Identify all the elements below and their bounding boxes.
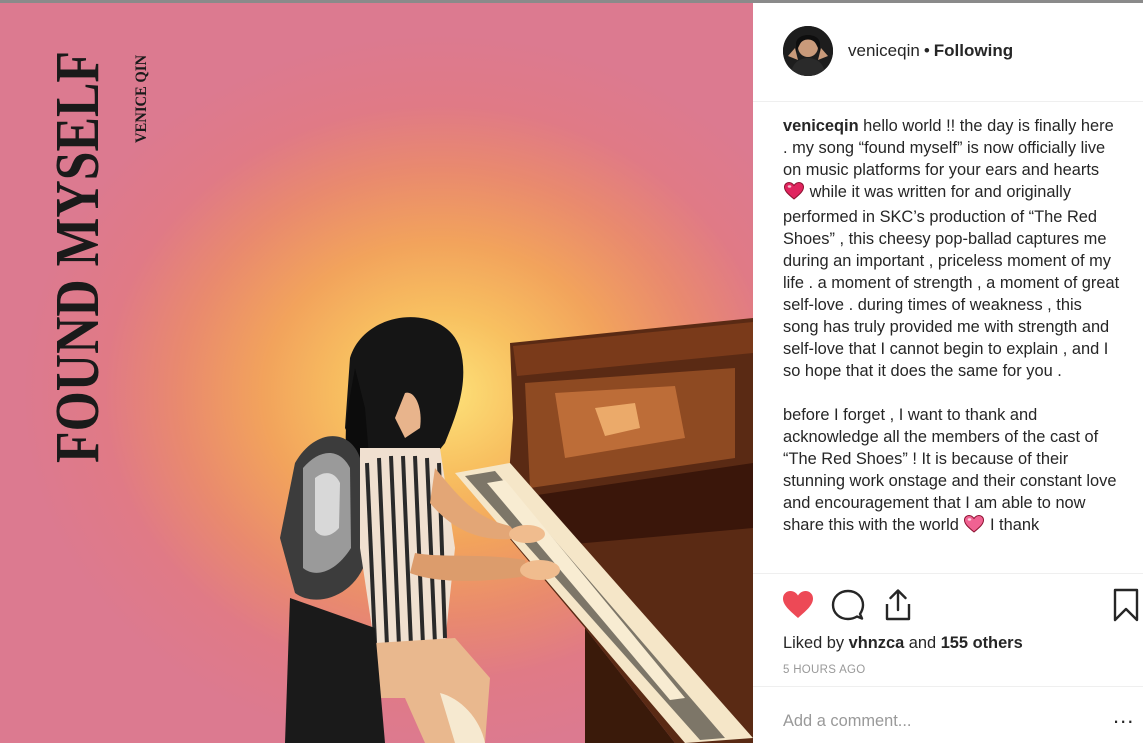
more-options-button[interactable]: ... xyxy=(1113,705,1137,731)
cover-artist-text: VENICE QIN xyxy=(133,55,150,143)
comment-bubble-icon xyxy=(831,589,865,621)
following-button[interactable]: Following xyxy=(934,41,1013,60)
caption-username[interactable]: veniceqin xyxy=(783,117,859,135)
caption-area[interactable]: veniceqin hello world !! the day is fina… xyxy=(783,115,1121,573)
header-separator: • xyxy=(923,41,930,60)
caption-text-2a: before I forget , I want to thank and ac… xyxy=(783,406,1117,534)
comment-button[interactable] xyxy=(831,588,865,622)
likes-connector: and xyxy=(908,634,937,652)
likes-prefix: Liked by xyxy=(783,634,845,652)
save-button[interactable] xyxy=(1112,588,1143,622)
cover-artist: VENICE QIN xyxy=(124,49,154,149)
cover-title-text: FOUND MYSELF xyxy=(44,51,108,463)
likes-summary: Liked by vhnzca and 155 others xyxy=(783,632,1023,654)
bookmark-icon xyxy=(1113,588,1139,622)
more-horizontal-icon: ... xyxy=(1113,703,1135,728)
header-text: veniceqin • Following xyxy=(848,40,1013,62)
caption-text-1b: while it was written for and originally … xyxy=(783,183,1120,380)
caption-text-2b: I thank xyxy=(989,516,1040,534)
cover-title: FOUND MYSELF xyxy=(38,43,108,473)
red-heart-emoji-icon xyxy=(783,181,805,206)
instagram-post-modal: FOUND MYSELF VENICE QIN veniceqin • Foll… xyxy=(0,0,1143,743)
post-side-panel: veniceqin • Following veniceqin hello worl… xyxy=(753,3,1143,743)
add-comment-section: ... xyxy=(753,686,1143,743)
header-username[interactable]: veniceqin xyxy=(848,41,920,60)
caption-paragraph-1: veniceqin hello world !! the day is fina… xyxy=(783,115,1121,382)
share-upload-icon xyxy=(885,589,911,621)
post-actions: Liked by vhnzca and 155 others 5 HOURS A… xyxy=(753,573,1143,743)
first-liker-link[interactable]: vhnzca xyxy=(849,634,905,652)
heart-emoji-icon xyxy=(964,514,985,539)
other-likers-link[interactable]: 155 others xyxy=(941,634,1023,652)
avatar-photo-icon xyxy=(783,26,833,76)
heart-filled-icon xyxy=(783,591,813,618)
add-comment-input[interactable] xyxy=(783,709,1083,733)
like-button[interactable] xyxy=(781,588,815,622)
post-image[interactable]: FOUND MYSELF VENICE QIN xyxy=(0,3,753,743)
caption-paragraph-2: before I forget , I want to thank and ac… xyxy=(783,404,1121,539)
post-header: veniceqin • Following xyxy=(753,3,1143,102)
share-button[interactable] xyxy=(881,588,915,622)
user-avatar[interactable] xyxy=(783,26,833,76)
post-timestamp[interactable]: 5 HOURS AGO xyxy=(783,663,866,677)
girl-at-piano-illustration xyxy=(280,317,753,743)
